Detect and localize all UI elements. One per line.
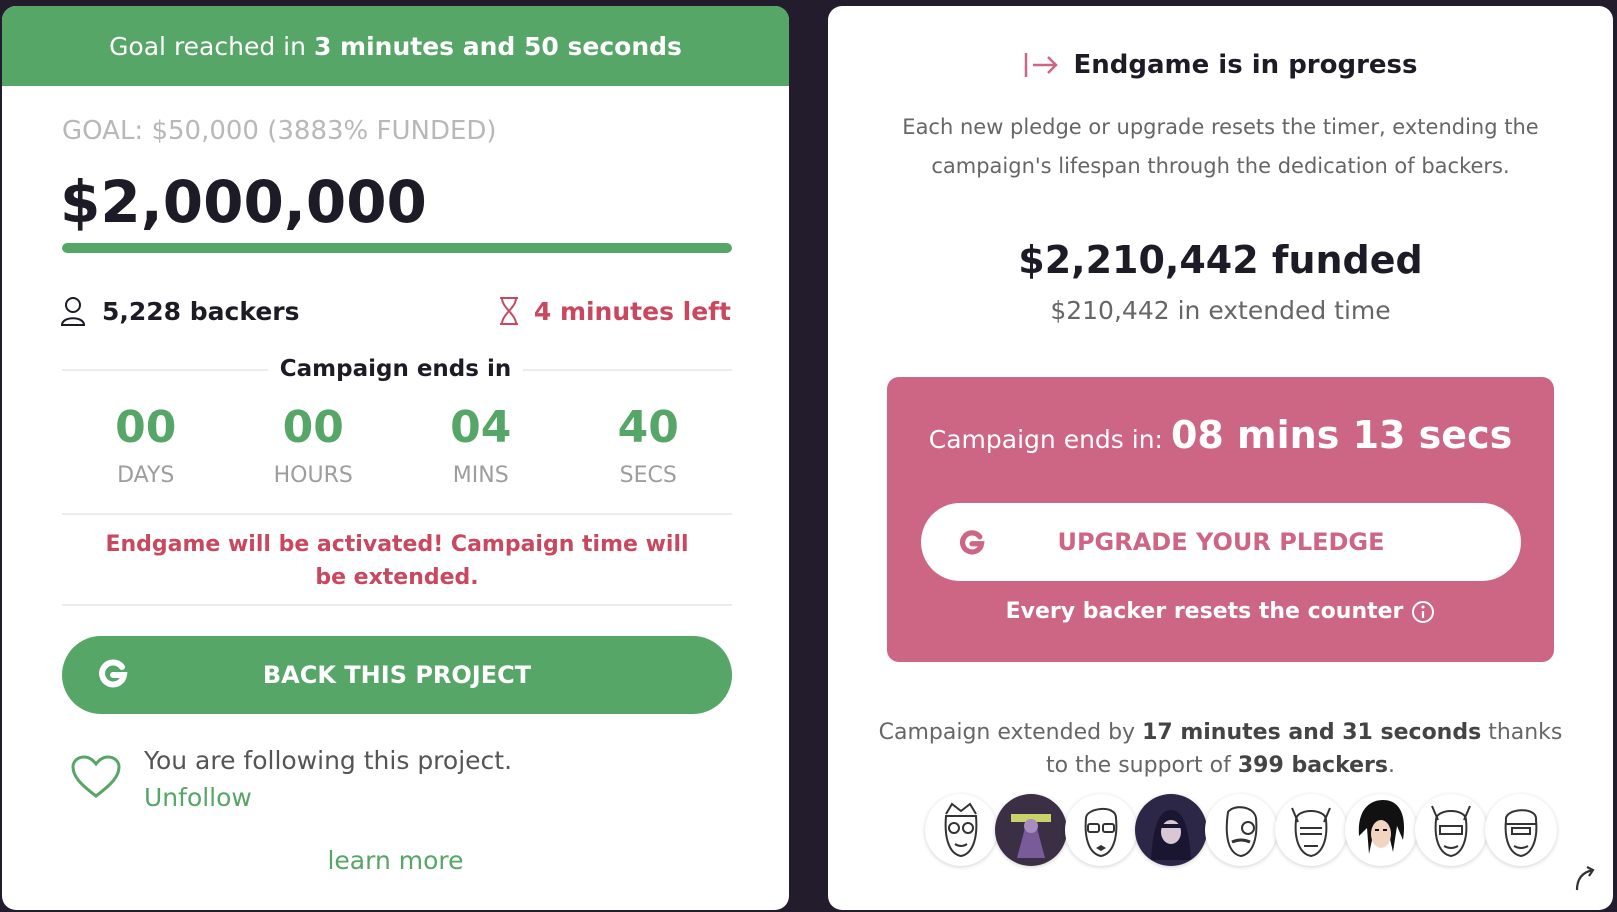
- divider: [62, 604, 732, 606]
- endgame-timer-value: 08 mins 13 secs: [1170, 413, 1513, 457]
- divider: [62, 513, 732, 515]
- funded-amount: $2,210,442 funded: [1018, 238, 1423, 282]
- heart-icon[interactable]: [70, 754, 122, 800]
- extension-summary: Campaign extended by 17 minutes and 31 s…: [878, 720, 1563, 778]
- endgame-timer-panel: Campaign ends in: 08 mins 13 secs UPGRAD…: [887, 377, 1554, 662]
- back-project-button[interactable]: BACK THIS PROJECT: [62, 636, 732, 714]
- avatar[interactable]: [925, 794, 997, 866]
- avatar[interactable]: [995, 794, 1067, 866]
- banner-prefix: Goal reached in: [109, 31, 306, 61]
- avatar[interactable]: [1415, 794, 1487, 866]
- following-text: You are following this project.: [144, 746, 513, 775]
- avatar[interactable]: [1135, 794, 1207, 866]
- extended-amount: $210,442 in extended time: [1050, 296, 1391, 325]
- backer-avatars: [925, 794, 1557, 866]
- unfollow-link[interactable]: Unfollow: [144, 779, 512, 816]
- backers-label: 5,228 backers: [102, 296, 300, 326]
- countdown-mins: 04 MINS: [450, 402, 512, 488]
- endgame-title: Endgame is in progress: [828, 50, 1613, 80]
- countdown: 00 DAYS 00 HOURS 04 MINS 40 SECS: [62, 401, 732, 488]
- arrow-right-bar-icon: [1025, 53, 1059, 77]
- countdown-hours: 00 HOURS: [273, 402, 353, 488]
- time-left-label: 4 minutes left: [533, 296, 731, 326]
- banner-time: 3 minutes and 50 seconds: [313, 31, 682, 61]
- avatar[interactable]: [1485, 794, 1557, 866]
- info-icon[interactable]: [1411, 600, 1435, 624]
- upgrade-pledge-label: UPGRADE YOUR PLEDGE: [1057, 528, 1385, 556]
- endgame-card: Endgame is in progress Each new pledge o…: [828, 6, 1613, 910]
- resets-counter-note: Every backer resets the counter: [887, 599, 1554, 624]
- endgame-warning: Endgame will be activated! Campaign time…: [105, 532, 689, 590]
- avatar[interactable]: [1065, 794, 1137, 866]
- avatar[interactable]: [1345, 794, 1417, 866]
- gamefound-logo-icon: [960, 530, 985, 555]
- endgame-title-label: Endgame is in progress: [1073, 50, 1418, 80]
- funding-progress-fill: [62, 243, 732, 253]
- user-icon: [60, 297, 86, 326]
- pledge-card: Goal reached in 3 minutes and 50 seconds…: [2, 6, 789, 910]
- campaign-ends-title: Campaign ends in: [2, 356, 789, 382]
- time-left: 4 minutes left: [498, 296, 731, 326]
- learn-more-link[interactable]: learn more: [2, 846, 789, 875]
- back-project-label: BACK THIS PROJECT: [262, 661, 532, 689]
- amount-raised: $2,000,000: [60, 168, 427, 236]
- goal-reached-banner: Goal reached in 3 minutes and 50 seconds: [2, 6, 789, 86]
- hourglass-icon: [499, 297, 518, 325]
- goal-text: GOAL: $50,000 (3883% FUNDED): [62, 116, 497, 146]
- endgame-timer: Campaign ends in: 08 mins 13 secs: [928, 413, 1513, 457]
- backers-count: 5,228 backers: [60, 296, 300, 326]
- expand-arrow-icon[interactable]: [1573, 864, 1597, 892]
- countdown-secs: 40 SECS: [617, 402, 679, 488]
- funding-progress-bar: [62, 243, 732, 253]
- avatar[interactable]: [1275, 794, 1347, 866]
- endgame-description: Each new pledge or upgrade resets the ti…: [902, 115, 1539, 178]
- upgrade-pledge-button[interactable]: UPGRADE YOUR PLEDGE: [921, 503, 1521, 581]
- countdown-days: 00 DAYS: [115, 402, 177, 488]
- follow-status: You are following this project. Unfollow: [70, 742, 512, 816]
- gamefound-logo-icon: [99, 659, 128, 688]
- avatar[interactable]: [1205, 794, 1277, 866]
